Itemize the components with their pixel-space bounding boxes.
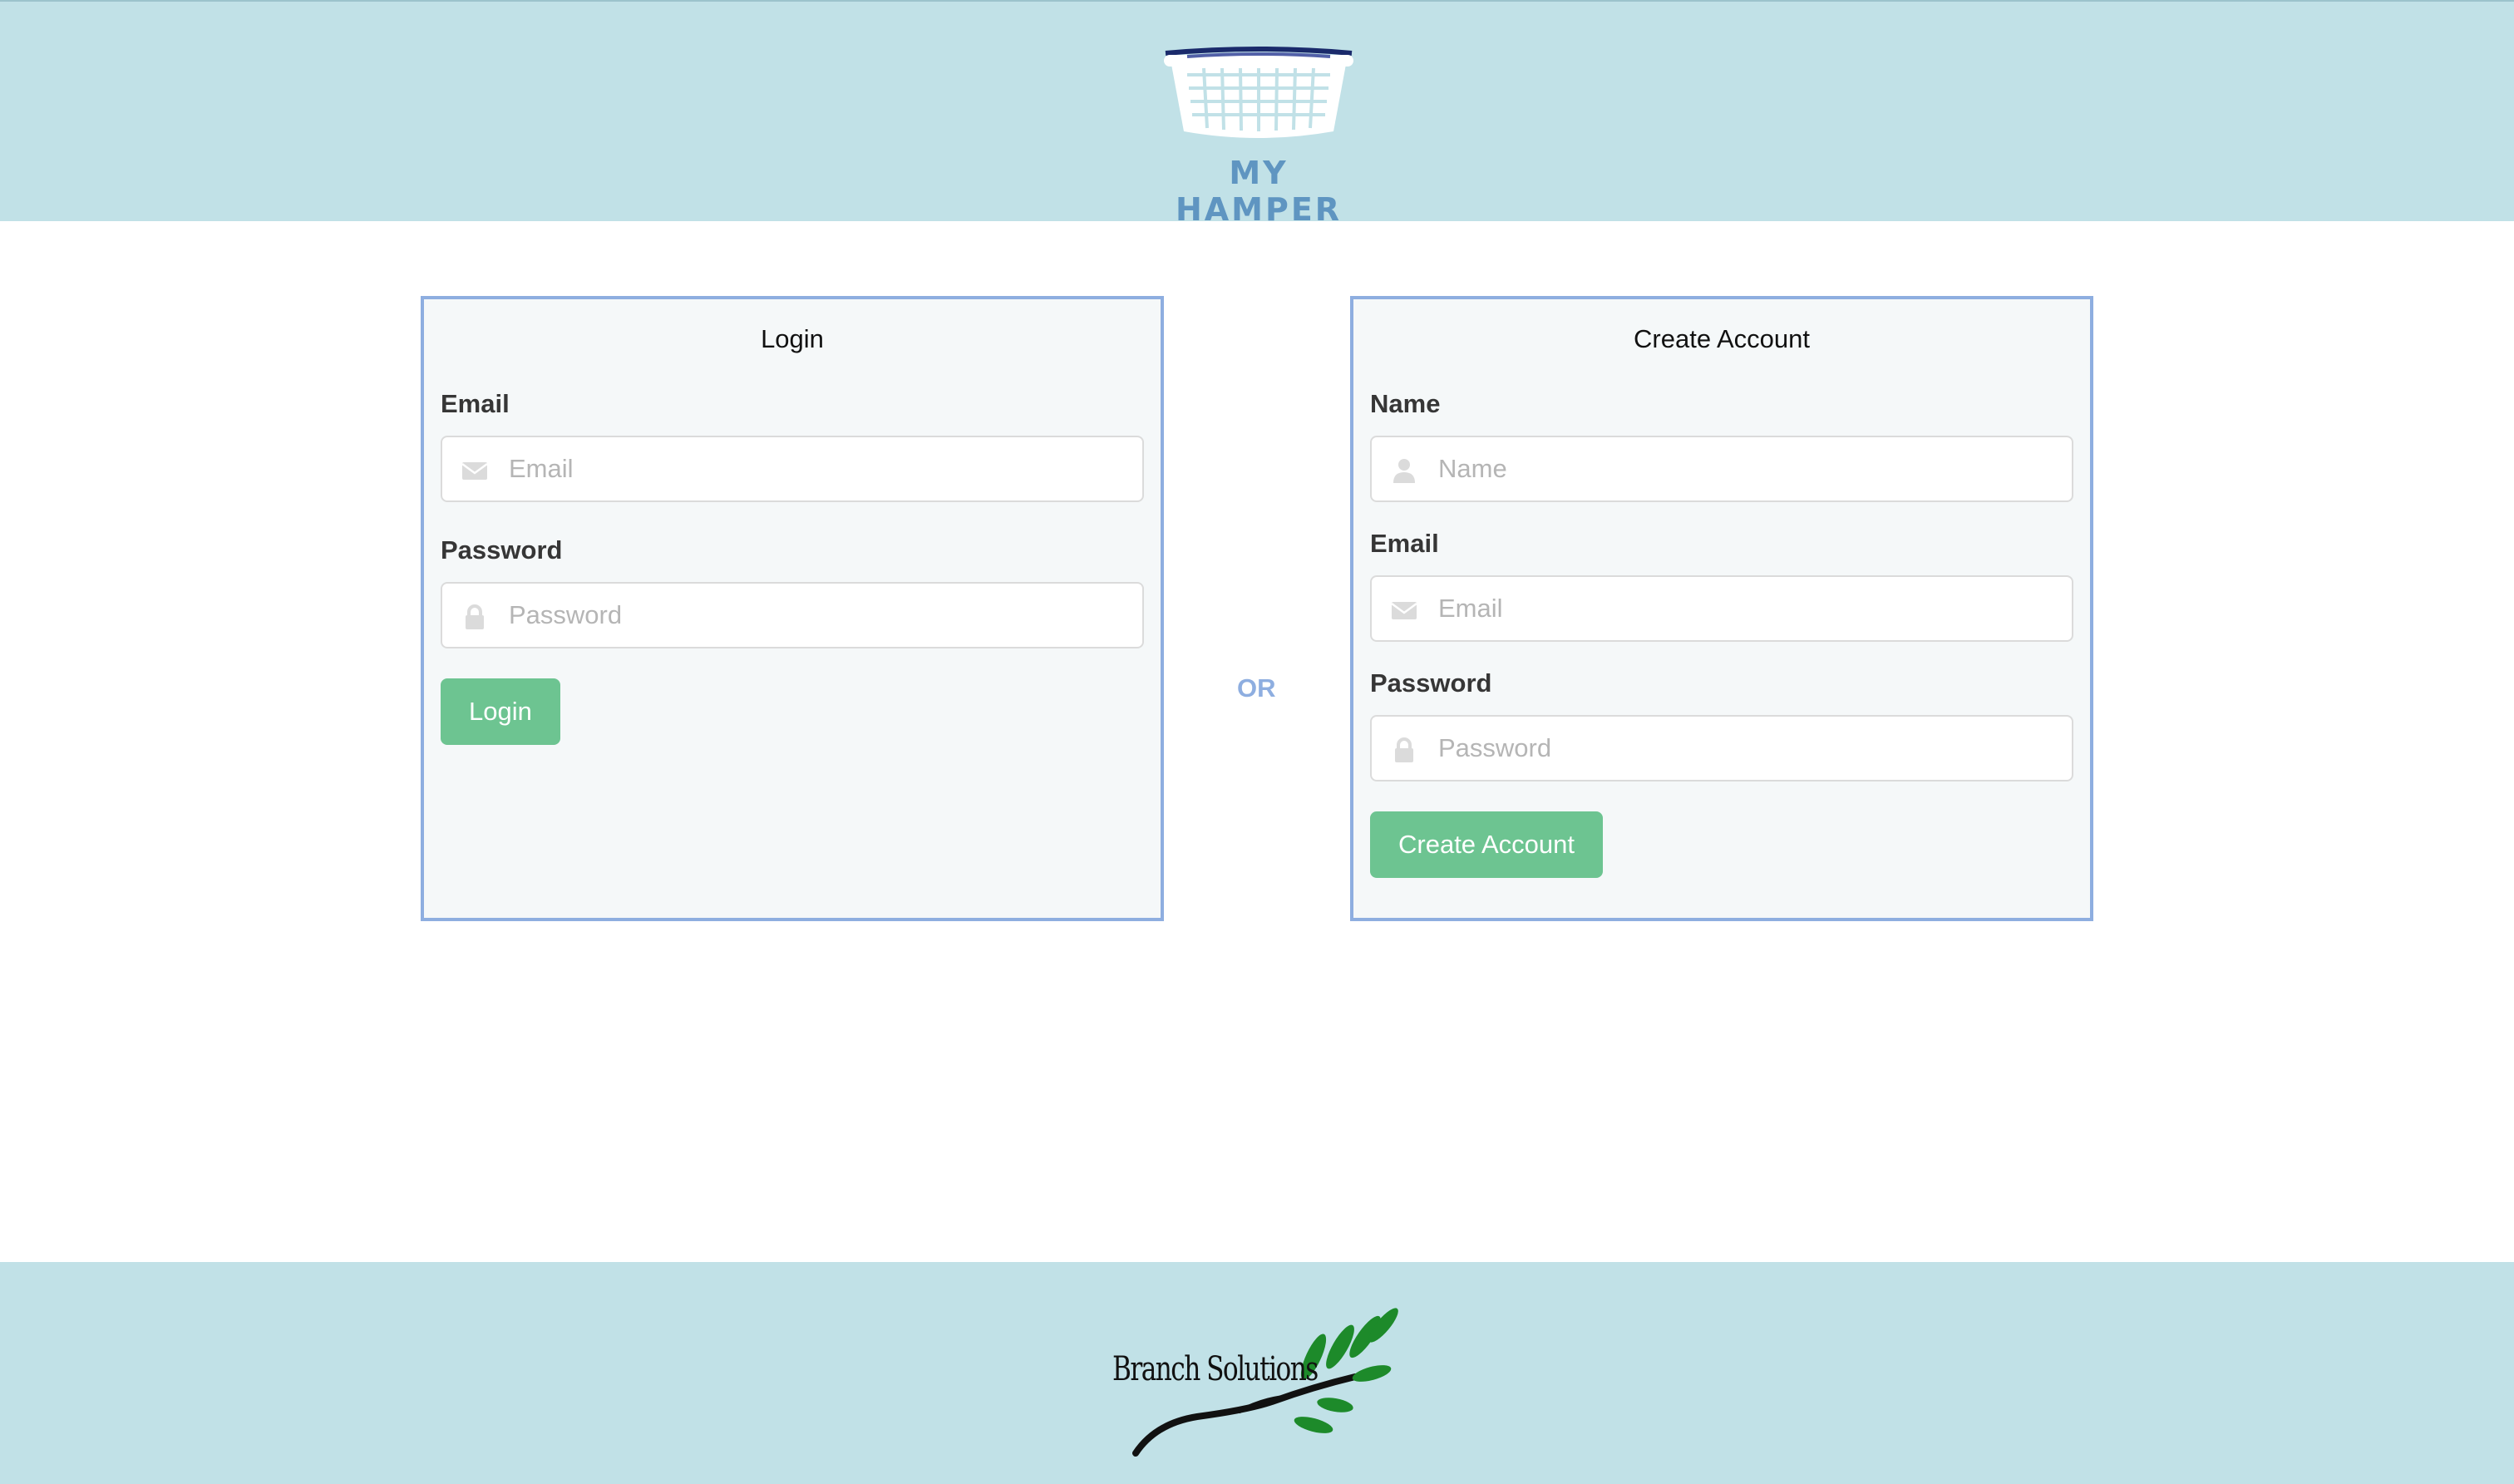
envelope-icon [461, 462, 488, 480]
or-divider: OR [1237, 673, 1276, 703]
create-email-input[interactable] [1372, 577, 2072, 640]
create-password-label: Password [1370, 668, 1492, 698]
create-email-field-wrapper [1370, 575, 2073, 642]
create-name-label: Name [1370, 389, 1441, 418]
envelope-icon [1391, 602, 1417, 619]
login-password-label: Password [441, 535, 563, 565]
login-card: Login Email Password Login [421, 296, 1164, 921]
create-account-title: Create Account [1634, 324, 1810, 353]
create-name-input[interactable] [1372, 437, 2072, 500]
user-icon [1393, 459, 1415, 483]
login-password-field-wrapper [441, 582, 1144, 648]
create-password-input[interactable] [1372, 717, 2072, 780]
login-password-input[interactable] [442, 584, 1142, 647]
create-account-button[interactable]: Create Account [1370, 811, 1603, 878]
create-name-field-wrapper [1370, 436, 2073, 502]
login-email-field-wrapper [441, 436, 1144, 502]
lock-icon [1395, 737, 1413, 762]
create-email-label: Email [1370, 529, 1439, 558]
login-button[interactable]: Login [441, 678, 560, 745]
login-email-label: Email [441, 389, 510, 418]
header: MY HAMPER [0, 0, 2514, 228]
hamper-basket-icon [1164, 47, 1353, 138]
login-email-input[interactable] [442, 437, 1142, 500]
footer: Branch Solutions [0, 1262, 2514, 1484]
login-title: Login [761, 324, 824, 353]
branch-solutions-logo[interactable]: Branch Solutions [1106, 1307, 1413, 1457]
footer-logo-text: Branch Solutions [1112, 1350, 1319, 1388]
lock-icon [466, 604, 484, 629]
create-account-card: Create Account Name Email Password Creat… [1350, 296, 2093, 921]
my-hamper-logo[interactable]: MY HAMPER [1162, 47, 1355, 228]
create-password-field-wrapper [1370, 715, 2073, 781]
logo-text: MY HAMPER [1175, 155, 1343, 228]
